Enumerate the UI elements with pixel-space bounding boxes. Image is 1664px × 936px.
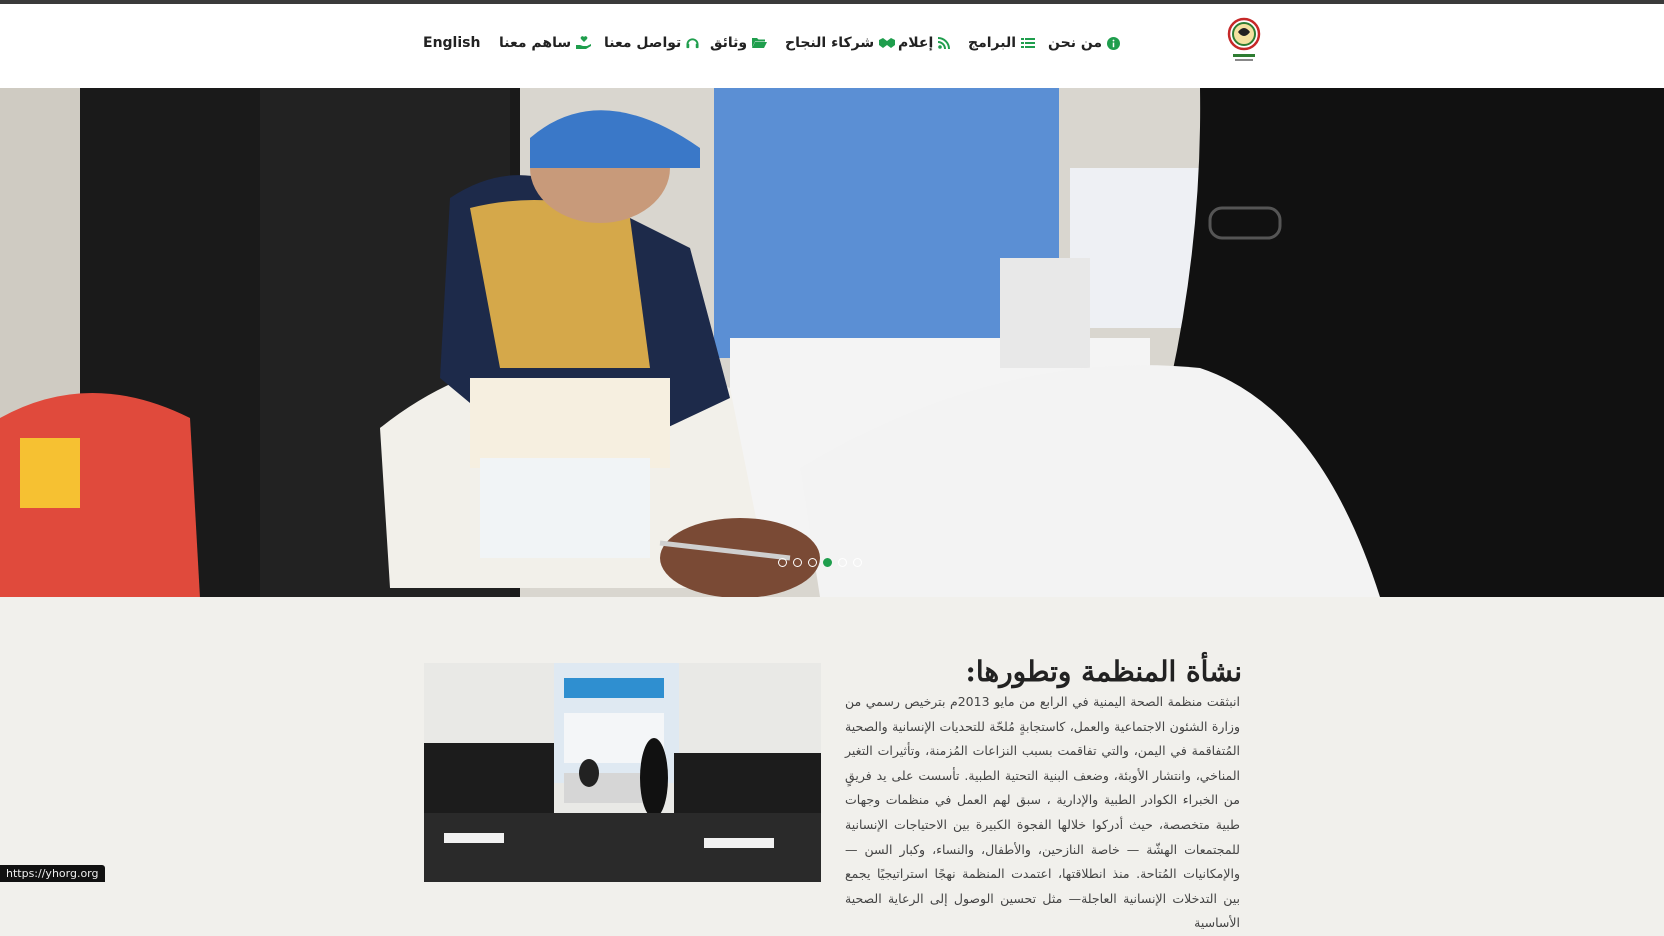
nav-item-media[interactable]: إعلام [898, 32, 951, 54]
nav-label: من نحن [1048, 35, 1103, 51]
section-title: نشأة المنظمة وتطورها: [965, 655, 1243, 689]
rss-icon [938, 37, 951, 49]
nav-label: تواصل معنا [604, 35, 682, 51]
nav-item-programs[interactable]: البرامج [968, 32, 1036, 54]
nav-item-english[interactable]: English [423, 32, 480, 54]
workshop-photo [424, 663, 821, 882]
about-text: انبثقت منظمة الصحة اليمنية في الرابع من … [845, 694, 1240, 931]
nav-item-about[interactable]: من نحن [1048, 32, 1121, 54]
about-paragraph: انبثقت منظمة الصحة اليمنية في الرابع من … [845, 690, 1240, 936]
hero-photo [0, 88, 1664, 597]
list-icon [1021, 37, 1036, 49]
nav-label: البرامج [968, 35, 1017, 51]
slider-dot-active[interactable] [823, 558, 832, 567]
hand-holding-heart-icon [576, 36, 592, 50]
slider-dot[interactable] [838, 558, 847, 567]
nav-item-contribute[interactable]: ساهم معنا [499, 32, 592, 54]
site-header: من نحن البرامج إعلام شركاء النجاح وثائق [0, 4, 1664, 88]
headset-icon [686, 37, 699, 50]
nav-label: وثائق [710, 35, 748, 51]
folder-open-icon [752, 37, 768, 49]
nav-label: إعلام [898, 35, 934, 51]
slider-pagination [778, 558, 862, 567]
status-bar-url: https://yhorg.org [0, 865, 105, 882]
info-circle-icon [1107, 36, 1121, 50]
nav-item-contact[interactable]: تواصل معنا [604, 32, 699, 54]
nav-item-documents[interactable]: وثائق [710, 32, 768, 54]
nav-label: English [423, 35, 481, 51]
about-photo [424, 663, 821, 882]
main-nav: من نحن البرامج إعلام شركاء النجاح وثائق [0, 4, 1664, 88]
slider-dot[interactable] [853, 558, 862, 567]
nav-label: ساهم معنا [499, 35, 572, 51]
nav-item-partners[interactable]: شركاء النجاح [785, 32, 896, 54]
nav-label: شركاء النجاح [785, 35, 875, 51]
handshake-icon [879, 37, 896, 49]
hero-slider-image[interactable] [0, 88, 1664, 597]
slider-dot[interactable] [778, 558, 787, 567]
slider-dot[interactable] [808, 558, 817, 567]
slider-dot[interactable] [793, 558, 802, 567]
